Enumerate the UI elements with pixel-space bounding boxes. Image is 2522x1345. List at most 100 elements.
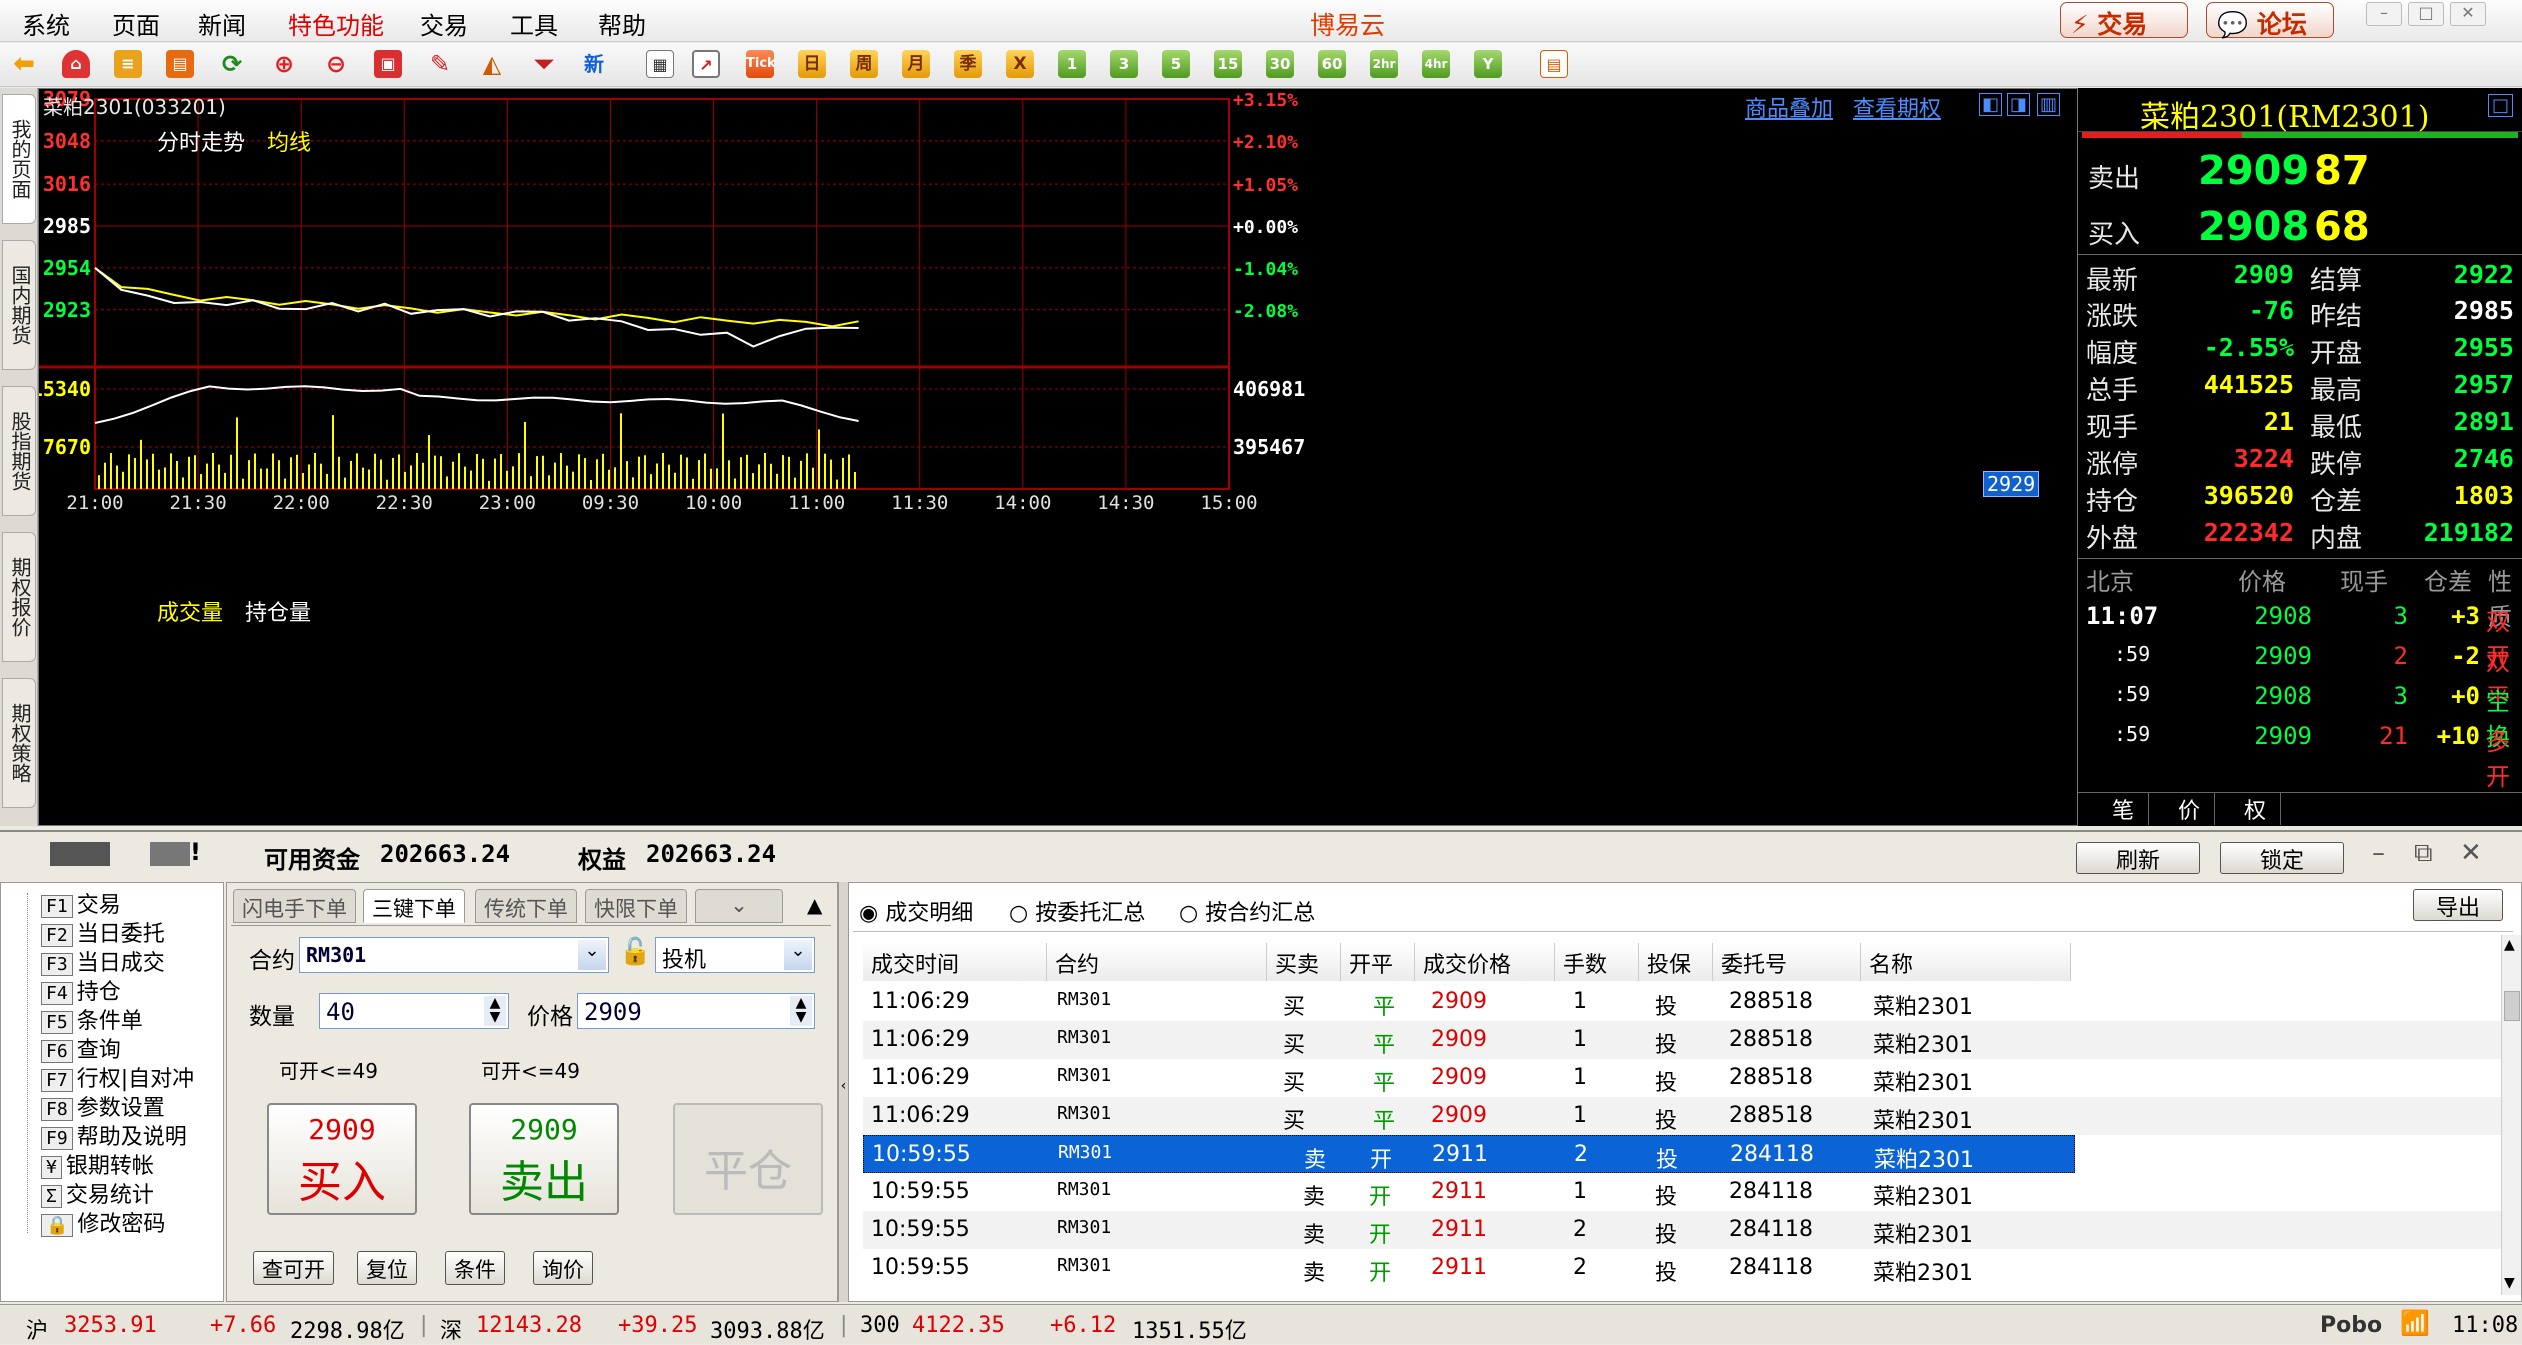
tab-three-key-order[interactable]: 三键下单: [363, 889, 465, 923]
chevron-down-icon[interactable]: ⌄: [578, 940, 606, 970]
tree-item-positions[interactable]: F4 持仓: [41, 974, 121, 1006]
tree-item-statistics[interactable]: Σ 交易统计: [41, 1177, 154, 1209]
tab-options[interactable]: 权: [2230, 793, 2282, 825]
table-row[interactable]: 11:06:29 RM301 买平 2909 1 投 288518 菜粕2301: [863, 1059, 2503, 1097]
home-icon[interactable]: ⌂: [62, 50, 90, 78]
close-position-button[interactable]: 平仓: [673, 1103, 823, 1215]
radio-by-contract[interactable]: ○ 按合约汇总: [1179, 895, 1315, 927]
contract-select[interactable]: RM301 ⌄: [299, 937, 609, 973]
menu-special[interactable]: 特色功能: [288, 6, 384, 41]
menu-news[interactable]: 新闻: [198, 6, 246, 41]
month-button[interactable]: 月: [902, 50, 930, 78]
table-row[interactable]: 10:59:55 RM301 卖开 2911 1 投 284118 菜粕2301: [863, 1173, 2503, 1211]
zoom-in-icon[interactable]: ⊕: [270, 50, 298, 78]
inquiry-button[interactable]: 询价: [533, 1251, 593, 1285]
quantity-stepper[interactable]: 40 ▲ ▼: [319, 993, 509, 1029]
minimize-icon[interactable]: –: [2366, 2, 2402, 26]
zoom-out-icon[interactable]: ⊖: [322, 50, 350, 78]
table-row[interactable]: 11:06:29 RM301 买平 2909 1 投 288518 菜粕2301: [863, 1097, 2503, 1135]
buy-button[interactable]: 2909 买入: [267, 1103, 417, 1215]
menu-system[interactable]: 系统: [22, 6, 70, 41]
options-link[interactable]: 查看期权: [1853, 91, 1941, 123]
tree-item-bank-transfer[interactable]: ¥ 银期转帐: [41, 1148, 154, 1180]
table-row[interactable]: 11:06:29 RM301 买平 2909 1 投 288518 菜粕2301: [863, 983, 2503, 1021]
intraday-chart[interactable]: 3079 +3.15%3048 +2.10%3016 +1.05%2985 +0.00%…: [39, 89, 2079, 827]
menu-tools[interactable]: 工具: [510, 6, 558, 41]
spinner-icon[interactable]: ▲ ▼: [484, 996, 506, 1026]
menu-page[interactable]: 页面: [112, 6, 160, 41]
tree-item-password[interactable]: 🔒 修改密码: [41, 1206, 165, 1238]
tab-by-trade[interactable]: 笔: [2098, 793, 2150, 825]
expand-icon[interactable]: □: [2488, 94, 2514, 117]
m5-button[interactable]: 5: [1162, 50, 1190, 78]
m3-button[interactable]: 3: [1110, 50, 1138, 78]
tick-button[interactable]: Tick: [746, 50, 776, 78]
col-price[interactable]: 成交价格: [1415, 943, 1555, 981]
tree-item-orders[interactable]: F2 当日委托: [41, 916, 165, 948]
col-time[interactable]: 成交时间: [863, 943, 1047, 981]
panel-restore-icon[interactable]: ⧉: [2414, 838, 2433, 869]
tree-item-query[interactable]: F6 查询: [41, 1032, 121, 1064]
spinner-icon[interactable]: ▲ ▼: [790, 996, 812, 1026]
draw-icon[interactable]: ✎: [426, 50, 454, 78]
panel-right-icon[interactable]: ◨: [2007, 93, 2031, 116]
tab-classic-order[interactable]: 传统下单: [475, 889, 577, 923]
scroll-up-icon[interactable]: ▲: [807, 893, 822, 917]
sidetab-options-quote[interactable]: 期权报价: [2, 532, 36, 662]
hedge-type-select[interactable]: 投机 ⌄: [655, 937, 815, 973]
season-button[interactable]: 季: [954, 50, 982, 78]
news-icon[interactable]: ▤: [166, 50, 194, 78]
refresh-icon[interactable]: ⟳: [218, 50, 246, 78]
table-row[interactable]: 10:59:55 RM301 卖开 2911 2 投 284118 菜粕2301: [863, 1249, 2503, 1287]
overlay-link[interactable]: 商品叠加: [1745, 91, 1833, 123]
tree-item-fills[interactable]: F3 当日成交: [41, 945, 165, 977]
back-icon[interactable]: ⬅: [10, 50, 38, 78]
col-side[interactable]: 买卖: [1267, 943, 1341, 981]
week-button[interactable]: 周: [850, 50, 878, 78]
radio-by-order[interactable]: ○ 按委托汇总: [1009, 895, 1145, 927]
col-name[interactable]: 名称: [1861, 943, 2071, 981]
scroll-up-icon[interactable]: ▲: [2504, 937, 2515, 953]
panel-minimize-icon[interactable]: –: [2372, 838, 2385, 868]
table-row[interactable]: 10:59:55 RM301 卖开 2911 2 投 284118 菜粕2301: [863, 1211, 2503, 1249]
lock-button[interactable]: 锁定: [2220, 842, 2344, 874]
table-icon[interactable]: ▦: [646, 50, 674, 78]
scroll-down-icon[interactable]: ▼: [2504, 1275, 2515, 1291]
reset-button[interactable]: 复位: [357, 1251, 417, 1285]
col-open-close[interactable]: 开平: [1341, 943, 1415, 981]
table-row[interactable]: 11:06:29 RM301 买平 2909 1 投 288518 菜粕2301: [863, 1021, 2503, 1059]
export-button[interactable]: 导出: [2413, 889, 2503, 921]
col-contract[interactable]: 合约: [1047, 943, 1267, 981]
day-button[interactable]: 日: [798, 50, 826, 78]
h4-button[interactable]: 4hr: [1422, 50, 1450, 78]
windows-icon[interactable]: ▣: [374, 50, 402, 78]
sell-button[interactable]: 2909 卖出: [469, 1103, 619, 1215]
y-button[interactable]: Y: [1474, 50, 1502, 78]
h2-button[interactable]: 2hr: [1370, 50, 1398, 78]
panel-close-icon[interactable]: ✕: [2460, 838, 2482, 868]
m30-button[interactable]: 30: [1266, 50, 1294, 78]
radio-fill-detail[interactable]: ◉ 成交明细: [859, 895, 973, 927]
tab-quick-limit-order[interactable]: 快限下单: [585, 889, 687, 923]
col-hedge[interactable]: 投保: [1639, 943, 1713, 981]
chevron-down-icon[interactable]: ⌄: [784, 940, 812, 970]
menu-trade[interactable]: 交易: [420, 6, 468, 41]
eraser-icon[interactable]: ◭: [478, 50, 506, 78]
scrollbar[interactable]: ▲ ▼: [2501, 935, 2521, 1295]
tab-flash-order[interactable]: 闪电手下单: [233, 889, 356, 923]
tab-by-price[interactable]: 价: [2164, 793, 2216, 825]
filter-icon[interactable]: ⏷: [530, 50, 558, 78]
panel-left-icon[interactable]: ◧: [1979, 93, 2003, 116]
sidetab-index-futures[interactable]: 股指期货: [2, 386, 36, 516]
x-button[interactable]: X: [1006, 50, 1034, 78]
col-order-no[interactable]: 委托号: [1713, 943, 1861, 981]
maximize-icon[interactable]: □: [2408, 2, 2444, 26]
condition-button[interactable]: 条件: [445, 1251, 505, 1285]
table-row-selected[interactable]: 10:59:55 RM301 卖开 2911 2 投 284118 菜粕2301: [863, 1135, 2075, 1173]
close-icon[interactable]: ✕: [2450, 2, 2486, 26]
tree-item-conditional[interactable]: F5 条件单: [41, 1003, 143, 1035]
trade-button[interactable]: ⚡ 交易: [2060, 2, 2188, 39]
m60-button[interactable]: 60: [1318, 50, 1346, 78]
more-tabs-icon[interactable]: ⌄: [695, 889, 783, 923]
sidetab-my-page[interactable]: 我的页面: [2, 94, 36, 224]
